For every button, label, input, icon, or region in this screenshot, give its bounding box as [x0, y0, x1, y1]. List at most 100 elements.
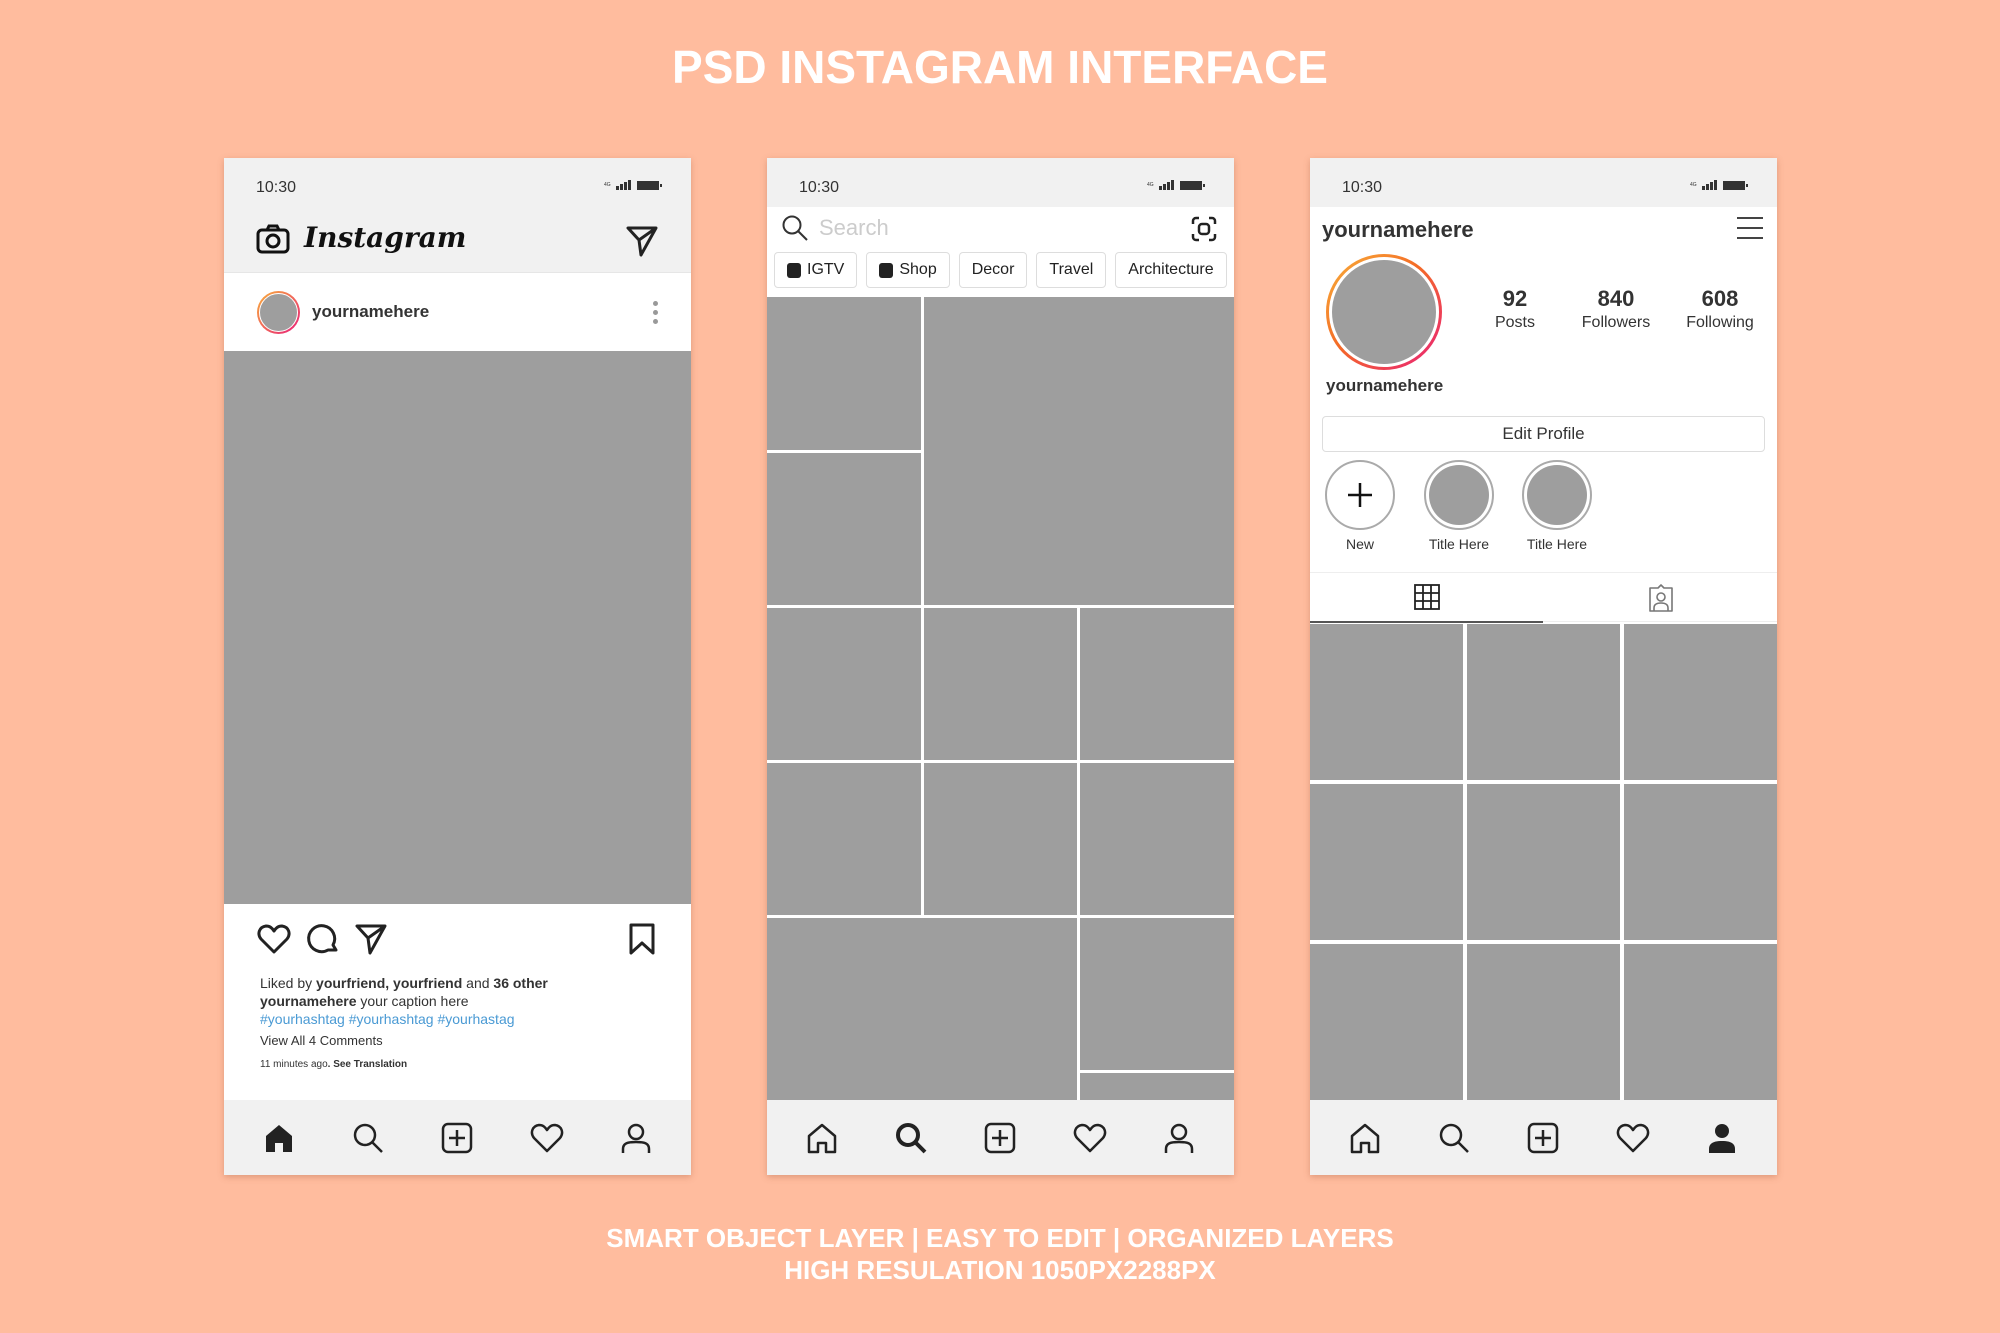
- footer-text: SMART OBJECT LAYER | EASY TO EDIT | ORGA…: [0, 1222, 2000, 1286]
- battery-icon: [1723, 180, 1748, 190]
- activity-heart-icon[interactable]: [530, 1121, 564, 1155]
- post-actions: [224, 904, 691, 964]
- direct-message-icon[interactable]: [625, 224, 659, 258]
- tab-grid[interactable]: [1310, 573, 1543, 623]
- activity-heart-icon[interactable]: [1616, 1121, 1650, 1155]
- avatar[interactable]: [257, 291, 300, 334]
- explore-tile-large[interactable]: [924, 297, 1234, 605]
- bottom-nav: [1310, 1100, 1777, 1175]
- add-post-icon[interactable]: [1526, 1121, 1560, 1155]
- status-bar: 10:30 4G: [767, 158, 1234, 207]
- chip-architecture[interactable]: Architecture: [1115, 252, 1227, 288]
- profile-icon[interactable]: [619, 1121, 653, 1155]
- scan-icon[interactable]: [1190, 215, 1218, 243]
- comment-icon[interactable]: [306, 922, 340, 956]
- chip-igtv[interactable]: IGTV: [774, 252, 858, 288]
- profile-icon[interactable]: [1705, 1121, 1739, 1155]
- search-icon[interactable]: [351, 1121, 385, 1155]
- profile-icon[interactable]: [1162, 1121, 1196, 1155]
- chip-shop[interactable]: Shop: [866, 252, 950, 288]
- post-thumbnail[interactable]: [1467, 784, 1620, 940]
- shop-bag-icon: [879, 262, 894, 278]
- category-chips: IGTV Shop Decor Travel Architecture: [767, 250, 1234, 294]
- explore-tile[interactable]: [1080, 918, 1234, 1070]
- status-bar: 10:30 4G: [1310, 158, 1777, 207]
- profile-header: yournamehere: [1310, 207, 1777, 245]
- status-time: 10:30: [1342, 179, 1383, 196]
- add-post-icon[interactable]: [983, 1121, 1017, 1155]
- status-bar: 10:30 4G: [224, 158, 691, 207]
- explore-tile[interactable]: [767, 763, 921, 915]
- profile-tabs: [1310, 572, 1777, 623]
- stat-posts[interactable]: 92 Posts: [1460, 286, 1570, 332]
- explore-tile[interactable]: [767, 297, 921, 450]
- post-thumbnail[interactable]: [1310, 784, 1463, 940]
- more-options-icon[interactable]: [653, 301, 659, 324]
- post-image[interactable]: [224, 351, 691, 904]
- home-icon[interactable]: [262, 1121, 296, 1155]
- see-translation-link[interactable]: . See Translation: [328, 1059, 407, 1070]
- edit-profile-button[interactable]: Edit Profile: [1322, 416, 1765, 452]
- post-thumbnail[interactable]: [1310, 624, 1463, 780]
- page-title: PSD INSTAGRAM INTERFACE: [672, 41, 1328, 93]
- highlight-item[interactable]: Title Here: [1419, 460, 1499, 552]
- search-icon: [782, 215, 808, 241]
- explore-tile[interactable]: [1080, 1073, 1234, 1100]
- explore-tile[interactable]: [924, 608, 1077, 760]
- post-caption: Liked by yourfriend, yourfriend and 36 o…: [224, 964, 691, 1074]
- add-post-icon[interactable]: [440, 1121, 474, 1155]
- explore-grid: [767, 297, 1234, 1100]
- bookmark-icon[interactable]: [625, 922, 659, 956]
- search-icon[interactable]: [894, 1121, 928, 1155]
- share-icon[interactable]: [354, 922, 388, 956]
- explore-tile[interactable]: [767, 608, 921, 760]
- grid-icon: [1413, 584, 1440, 610]
- liked-by-line: Liked by yourfriend, yourfriend and 36 o…: [260, 975, 548, 991]
- bottom-nav: [767, 1100, 1234, 1175]
- like-icon[interactable]: [257, 922, 291, 956]
- profile-username: yournamehere: [1322, 217, 1474, 242]
- post-thumbnail[interactable]: [1310, 944, 1463, 1100]
- feed-header: Instagram: [224, 207, 691, 273]
- footer-resolution: HIGH RESULATION 1050PX2288PX: [784, 1255, 1216, 1285]
- instagram-logo: Instagram: [304, 221, 467, 254]
- highlight-item[interactable]: Title Here: [1517, 460, 1597, 552]
- status-time: 10:30: [799, 179, 840, 196]
- post-username[interactable]: yournamehere: [312, 302, 429, 322]
- battery-icon: [637, 180, 662, 190]
- highlight-new[interactable]: New: [1320, 460, 1400, 552]
- search-icon[interactable]: [1437, 1121, 1471, 1155]
- explore-screen: 10:30 4G IGTV Shop Decor Travel Architec…: [767, 158, 1234, 1175]
- stat-followers[interactable]: 840 Followers: [1561, 286, 1671, 332]
- igtv-icon: [787, 262, 801, 278]
- signal-icon: [1702, 180, 1717, 190]
- explore-tile-wide[interactable]: [767, 918, 1077, 1100]
- post-thumbnail[interactable]: [1624, 784, 1777, 940]
- explore-tile[interactable]: [924, 763, 1077, 915]
- signal-icon: [1159, 180, 1174, 190]
- post-timestamp: 11 minutes ago. See Translation: [260, 1059, 408, 1070]
- explore-tile[interactable]: [767, 453, 921, 605]
- hashtags[interactable]: #yourhashtag #yourhashtag #yourhastag: [260, 1010, 655, 1028]
- post-thumbnail[interactable]: [1467, 944, 1620, 1100]
- chip-travel[interactable]: Travel: [1036, 252, 1107, 288]
- search-input[interactable]: [819, 213, 1119, 243]
- post-thumbnail[interactable]: [1624, 944, 1777, 1100]
- chip-decor[interactable]: Decor: [958, 252, 1028, 288]
- view-comments-link[interactable]: View All 4 Comments: [260, 1032, 655, 1050]
- post-thumbnail[interactable]: [1624, 624, 1777, 780]
- footer-features: SMART OBJECT LAYER | EASY TO EDIT | ORGA…: [606, 1223, 1394, 1253]
- post-thumbnail[interactable]: [1467, 624, 1620, 780]
- tab-tagged[interactable]: [1544, 573, 1777, 623]
- camera-icon[interactable]: [256, 224, 290, 254]
- activity-heart-icon[interactable]: [1073, 1121, 1107, 1155]
- home-icon[interactable]: [805, 1121, 839, 1155]
- explore-tile[interactable]: [1080, 763, 1234, 915]
- stat-following[interactable]: 608 Following: [1665, 286, 1775, 332]
- profile-avatar[interactable]: [1326, 254, 1442, 370]
- home-icon[interactable]: [1348, 1121, 1382, 1155]
- battery-icon: [1180, 180, 1205, 190]
- menu-icon[interactable]: [1737, 217, 1763, 239]
- search-bar: [767, 207, 1234, 250]
- explore-tile[interactable]: [1080, 608, 1234, 760]
